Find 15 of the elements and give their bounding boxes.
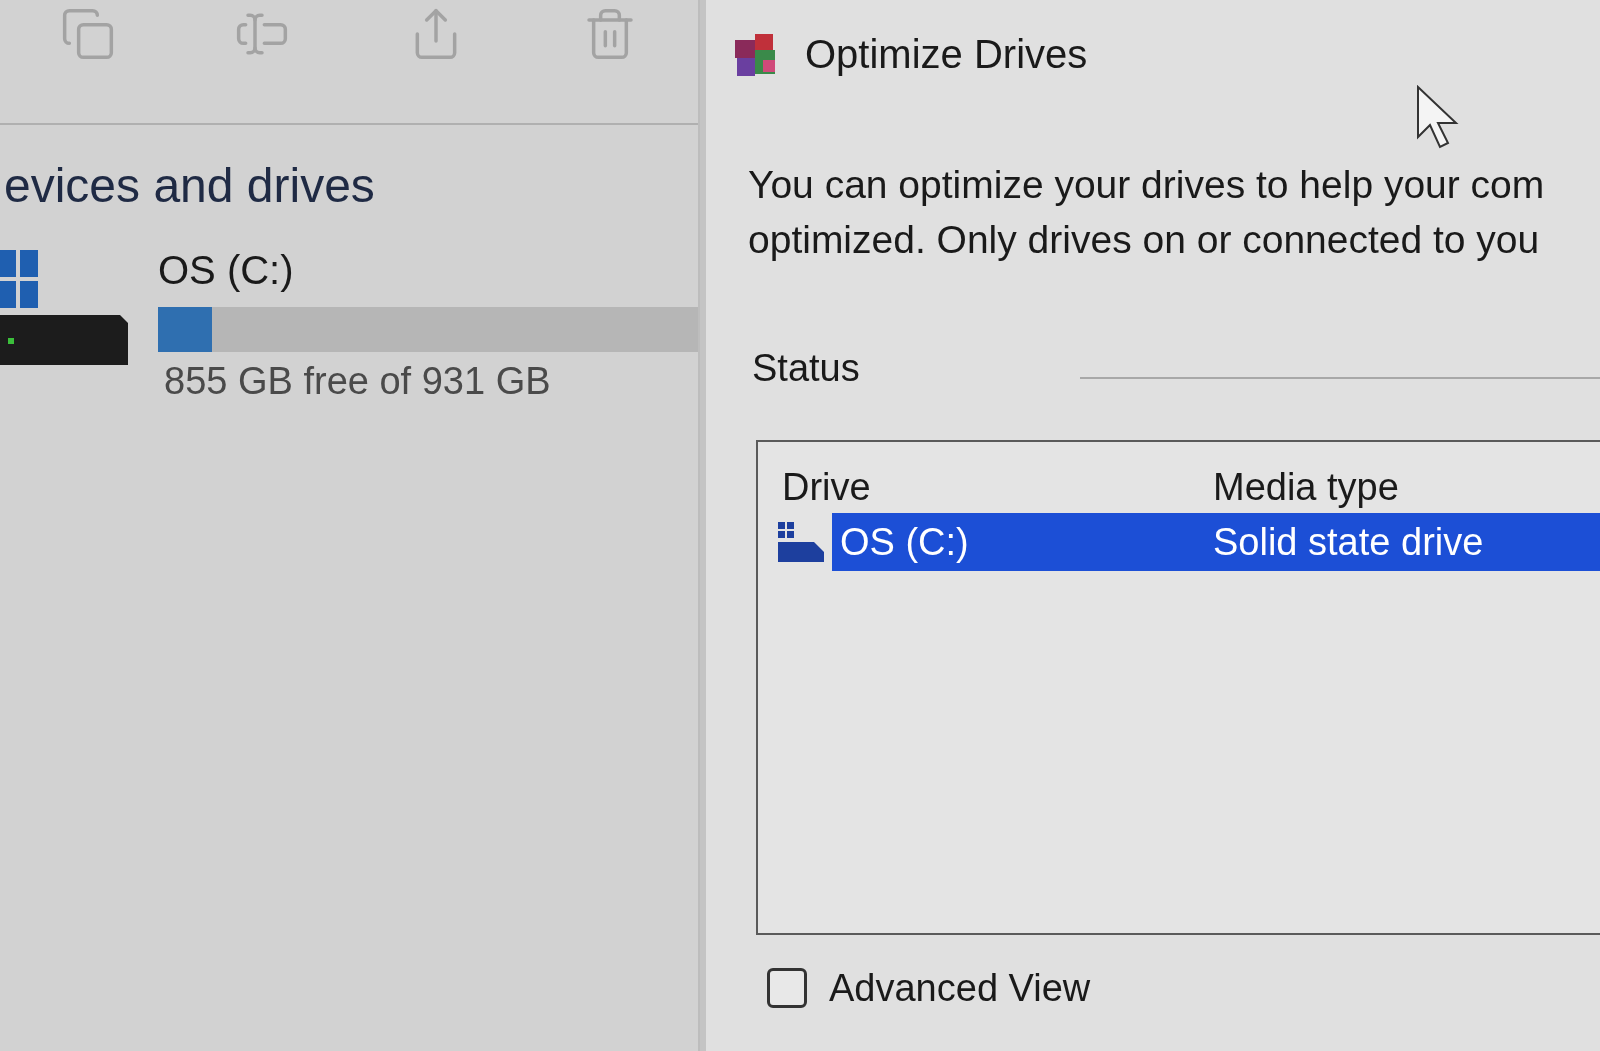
list-row[interactable]: OS (C:) Solid state drive xyxy=(832,513,1600,571)
window-title: Optimize Drives xyxy=(805,31,1088,78)
table-cell: Solid state drive xyxy=(1213,521,1484,563)
column-header[interactable]: Drive xyxy=(782,466,871,508)
checkbox-label[interactable]: Advanced View xyxy=(829,965,1091,1011)
checkbox[interactable] xyxy=(767,968,807,1008)
section-heading: evices and drives xyxy=(4,159,375,212)
table-cell: OS (C:) xyxy=(840,521,969,563)
drive-label[interactable]: OS (C:) xyxy=(158,245,294,295)
group-label: Status xyxy=(752,345,860,391)
description-text: optimized. Only drives on or connected to you xyxy=(748,217,1540,263)
free-space-text: 855 GB free of 931 GB xyxy=(163,359,551,404)
drive-icon xyxy=(776,520,826,564)
description-text: You can optimize your drives to help your com xyxy=(748,162,1545,208)
column-header[interactable]: Media type xyxy=(1213,466,1399,508)
